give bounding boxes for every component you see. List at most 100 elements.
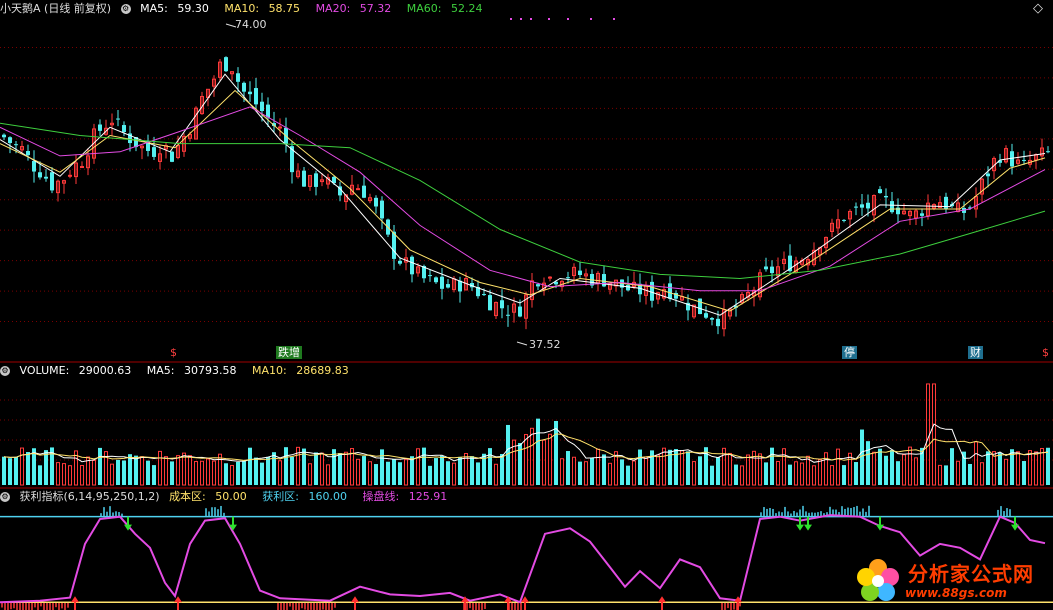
candle-body-down bbox=[536, 284, 540, 287]
settings-gear-icon[interactable]: ⚙ bbox=[0, 366, 10, 376]
volume-bar-down bbox=[602, 454, 606, 485]
volume-bar-up bbox=[830, 465, 834, 486]
volume-bar-up bbox=[812, 465, 816, 486]
event-tag-finance[interactable]: 财 bbox=[968, 346, 983, 359]
volume-bar-up bbox=[560, 458, 564, 486]
candle-body-down bbox=[434, 277, 438, 283]
volume-bar-up bbox=[200, 460, 204, 486]
candle-body-up bbox=[68, 174, 72, 177]
candle-body-down bbox=[170, 151, 174, 162]
signal-dot bbox=[567, 18, 569, 20]
volume-ma10-readout: MA10: 28689.83 bbox=[252, 364, 349, 377]
chart-title: 小天鹅A (日线 前复权) bbox=[0, 2, 112, 15]
volume-bar-up bbox=[572, 456, 576, 486]
sell-arrow-icon bbox=[796, 516, 804, 531]
volume-bar-down bbox=[764, 462, 768, 485]
ma-line-ma10 bbox=[0, 89, 1046, 312]
volume-bar-up bbox=[80, 465, 84, 486]
volume-bar-up bbox=[974, 441, 978, 486]
volume-bar-up bbox=[182, 452, 186, 486]
volume-bar-down bbox=[380, 449, 384, 485]
volume-bar-down bbox=[620, 459, 624, 485]
volume-bar-up bbox=[20, 447, 24, 486]
buy-arrow-icon bbox=[658, 596, 666, 610]
volume-bar-down bbox=[962, 451, 966, 485]
volume-bar-down bbox=[716, 457, 720, 485]
volume-bar-down bbox=[698, 456, 702, 485]
volume-bar-down bbox=[986, 451, 990, 485]
volume-bar-down bbox=[884, 455, 888, 485]
candle-body-down bbox=[578, 270, 582, 276]
volume-panel-header: ⚙ VOLUME: 29000.63 MA5: 30793.58 MA10: 2… bbox=[0, 363, 361, 379]
event-tag-dollar[interactable]: $ bbox=[168, 346, 179, 359]
high-price-label: 74.00 bbox=[235, 18, 267, 31]
trade-line-readout: 操盘线: 125.91 bbox=[362, 490, 448, 503]
volume-bar-down bbox=[440, 455, 444, 485]
event-tag-drop-increase[interactable]: 跌增 bbox=[276, 346, 302, 359]
settings-gear-icon[interactable]: ⚙ bbox=[120, 4, 131, 14]
candle-body-down bbox=[8, 137, 12, 144]
candle-body-down bbox=[890, 201, 894, 213]
volume-bar-up bbox=[344, 451, 348, 486]
candle-body-down bbox=[860, 204, 864, 208]
volume-bar-down bbox=[152, 465, 156, 485]
candle-body-down bbox=[98, 124, 102, 131]
volume-bar-up bbox=[782, 448, 786, 486]
volume-bar-up bbox=[92, 459, 96, 486]
candle-body-down bbox=[266, 104, 270, 118]
volume-bar-up bbox=[230, 464, 234, 486]
settings-gear-icon[interactable]: ⚙ bbox=[0, 492, 10, 502]
volume-bar-down bbox=[284, 447, 288, 485]
volume-bar-down bbox=[290, 456, 294, 485]
volume-bar-up bbox=[914, 457, 918, 486]
candle-body-down bbox=[248, 91, 252, 95]
candle-body-up bbox=[278, 126, 282, 129]
volume-bar-down bbox=[2, 456, 6, 485]
volume-bar-up bbox=[416, 448, 420, 486]
diamond-icon[interactable]: ◇ bbox=[1033, 1, 1043, 16]
volume-bar-up bbox=[824, 452, 828, 486]
candle-body-down bbox=[626, 285, 630, 291]
volume-bar-up bbox=[542, 439, 546, 486]
candle-body-down bbox=[116, 118, 120, 120]
volume-bar-up bbox=[902, 454, 906, 486]
volume-bar-down bbox=[116, 459, 120, 485]
volume-bar-down bbox=[590, 457, 594, 485]
stock-chart-canvas[interactable] bbox=[0, 0, 1053, 610]
candle-body-down bbox=[26, 151, 30, 156]
signal-dot bbox=[530, 18, 532, 20]
volume-bar-down bbox=[146, 460, 150, 485]
volume-bar-up bbox=[308, 463, 312, 486]
candle-body-down bbox=[944, 196, 948, 210]
volume-bar-down bbox=[878, 448, 882, 485]
volume-bar-up bbox=[326, 464, 330, 486]
candle-body-up bbox=[356, 188, 360, 191]
volume-bar-up bbox=[818, 459, 822, 486]
event-tag-dollar[interactable]: $ bbox=[1040, 346, 1051, 359]
volume-bar-up bbox=[728, 452, 732, 486]
volume-bar-down bbox=[578, 461, 582, 485]
volume-bar-down bbox=[236, 461, 240, 485]
candle-body-down bbox=[1022, 159, 1026, 161]
volume-bar-up bbox=[836, 448, 840, 486]
volume-bar-up bbox=[680, 450, 684, 486]
volume-bar-down bbox=[128, 454, 132, 485]
volume-bar-down bbox=[944, 465, 948, 485]
candle-body-down bbox=[704, 313, 708, 318]
volume-bar-up bbox=[794, 461, 798, 486]
volume-bar-up bbox=[218, 453, 222, 486]
candle-body-down bbox=[32, 160, 36, 172]
candle-body-down bbox=[566, 277, 570, 279]
volume-bar-up bbox=[158, 450, 162, 486]
ma10-readout: MA10: 58.75 bbox=[224, 2, 301, 15]
candle-body-down bbox=[50, 172, 54, 191]
volume-bar-up bbox=[908, 446, 912, 486]
candle-body-down bbox=[842, 219, 846, 221]
volume-bar-up bbox=[584, 461, 588, 486]
volume-bar-down bbox=[8, 458, 12, 485]
event-tag-halt[interactable]: 停 bbox=[842, 346, 857, 359]
volume-bar-up bbox=[530, 427, 534, 486]
volume-bar-down bbox=[488, 448, 492, 485]
volume-bar-down bbox=[98, 447, 102, 485]
volume-bar-up bbox=[692, 461, 696, 486]
